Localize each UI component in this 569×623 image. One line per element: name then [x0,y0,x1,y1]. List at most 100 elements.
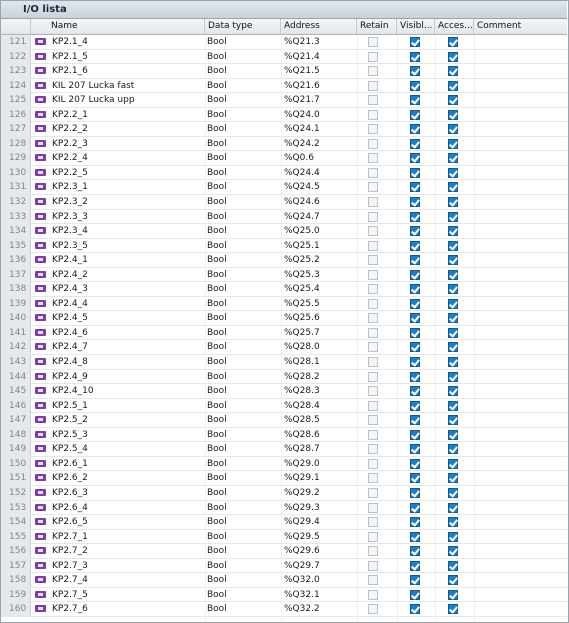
tag-name[interactable]: KP2.4_9 [52,370,202,384]
visible-checkbox[interactable] [410,282,422,296]
retain-checkbox[interactable] [368,50,380,64]
tag-name[interactable]: KP2.6_5 [52,515,202,529]
tag-data-type[interactable]: Bool [207,544,282,558]
visible-checkbox[interactable] [410,355,422,369]
accessible-checkbox[interactable] [448,166,460,180]
tag-data-type[interactable]: Bool [207,602,282,616]
table-row[interactable]: 147 KP2.5_2 Bool %Q28.5 [1,413,567,428]
table-row[interactable]: 137 KP2.4_2 Bool %Q25.3 [1,267,567,283]
table-row[interactable]: 154 KP2.6_5 Bool %Q29.4 [1,515,567,530]
accessible-checkbox[interactable] [448,442,460,456]
tag-address[interactable]: %Q25.1 [284,239,359,253]
tag-data-type[interactable]: Bool [207,311,282,325]
tag-data-type[interactable]: Bool [207,588,282,602]
accessible-checkbox[interactable] [448,195,460,209]
tag-data-type[interactable]: Bool [207,122,282,136]
visible-checkbox[interactable] [410,326,422,340]
tag-name[interactable]: KP2.3_4 [52,224,202,238]
retain-checkbox[interactable] [368,253,380,267]
visible-checkbox[interactable] [410,151,422,165]
header-accessible[interactable]: Acces... [435,19,474,34]
tag-data-type[interactable]: Bool [207,573,282,587]
visible-checkbox[interactable] [410,35,422,49]
tag-data-type[interactable]: Bool [207,195,282,209]
visible-checkbox[interactable] [410,239,422,253]
visible-checkbox[interactable] [410,180,422,194]
tag-name[interactable]: KP2.5_3 [52,428,202,442]
tag-address[interactable]: %Q25.4 [284,282,359,296]
accessible-checkbox[interactable] [448,108,460,122]
visible-checkbox[interactable] [410,195,422,209]
table-row[interactable]: 159 KP2.7_5 Bool %Q32.1 [1,587,567,603]
tag-address[interactable]: %Q21.3 [284,35,359,49]
visible-checkbox[interactable] [410,501,422,515]
retain-checkbox[interactable] [368,282,380,296]
table-row[interactable]: 155 KP2.7_1 Bool %Q29.5 [1,529,567,545]
tag-data-type[interactable]: Bool [207,210,282,224]
tag-name[interactable]: KP2.7_4 [52,573,202,587]
visible-checkbox[interactable] [410,471,422,485]
accessible-checkbox[interactable] [448,311,460,325]
table-row[interactable]: 140 KP2.4_5 Bool %Q25.6 [1,311,567,326]
tag-name[interactable]: KP2.4_5 [52,311,202,325]
tag-data-type[interactable]: Bool [207,50,282,64]
retain-checkbox[interactable] [368,399,380,413]
visible-checkbox[interactable] [410,588,422,602]
accessible-checkbox[interactable] [448,588,460,602]
retain-checkbox[interactable] [368,268,380,282]
retain-checkbox[interactable] [368,297,380,311]
tag-address[interactable]: %Q25.0 [284,224,359,238]
visible-checkbox[interactable] [410,442,422,456]
accessible-checkbox[interactable] [448,268,460,282]
accessible-checkbox[interactable] [448,326,460,340]
tag-address[interactable]: %Q32.0 [284,573,359,587]
accessible-checkbox[interactable] [448,79,460,93]
retain-checkbox[interactable] [368,471,380,485]
tag-name[interactable]: KP2.1_6 [52,64,202,78]
tag-data-type[interactable]: Bool [207,413,282,427]
retain-checkbox[interactable] [368,428,380,442]
tag-name[interactable]: KP2.6_3 [52,486,202,500]
accessible-checkbox[interactable] [448,253,460,267]
tag-name[interactable]: KP2.6_1 [52,457,202,471]
table-row[interactable]: 124 KIL 207 Lucka fast Bool %Q21.6 [1,78,567,94]
retain-checkbox[interactable] [368,384,380,398]
visible-checkbox[interactable] [410,79,422,93]
tag-name[interactable]: KP2.4_1 [52,253,202,267]
tag-name[interactable]: KP2.3_1 [52,180,202,194]
table-row[interactable]: 122 KP2.1_5 Bool %Q21.4 [1,49,567,65]
tag-name[interactable]: KP2.4_8 [52,355,202,369]
header-visible[interactable]: Visibl... [397,19,435,34]
tag-data-type[interactable]: Bool [207,559,282,573]
retain-checkbox[interactable] [368,355,380,369]
retain-checkbox[interactable] [368,602,380,616]
accessible-checkbox[interactable] [448,180,460,194]
accessible-checkbox[interactable] [448,297,460,311]
retain-checkbox[interactable] [368,210,380,224]
tag-address[interactable]: %Q28.3 [284,384,359,398]
retain-checkbox[interactable] [368,530,380,544]
header-name[interactable]: Name [31,19,205,34]
tag-name[interactable]: KP2.7_3 [52,559,202,573]
tag-name[interactable]: KP2.3_3 [52,210,202,224]
retain-checkbox[interactable] [368,442,380,456]
accessible-checkbox[interactable] [448,239,460,253]
tag-address[interactable]: %Q29.0 [284,457,359,471]
table-row[interactable]: 136 KP2.4_1 Bool %Q25.2 [1,253,567,268]
accessible-checkbox[interactable] [448,399,460,413]
retain-checkbox[interactable] [368,79,380,93]
table-row[interactable]: 130 KP2.2_5 Bool %Q24.4 [1,165,567,181]
table-row[interactable]: 150 KP2.6_1 Bool %Q29.0 [1,456,567,472]
tag-name[interactable]: KP2.4_7 [52,340,202,354]
accessible-checkbox[interactable] [448,486,460,500]
retain-checkbox[interactable] [368,457,380,471]
tag-address[interactable]: %Q24.7 [284,210,359,224]
retain-checkbox[interactable] [368,122,380,136]
table-row[interactable]: 149 KP2.5_4 Bool %Q28.7 [1,442,567,457]
table-row[interactable]: 125 KIL 207 Lucka upp Bool %Q21.7 [1,93,567,108]
tag-address[interactable]: %Q28.0 [284,340,359,354]
tag-data-type[interactable]: Bool [207,486,282,500]
tag-data-type[interactable]: Bool [207,239,282,253]
tag-data-type[interactable]: Bool [207,268,282,282]
retain-checkbox[interactable] [368,588,380,602]
